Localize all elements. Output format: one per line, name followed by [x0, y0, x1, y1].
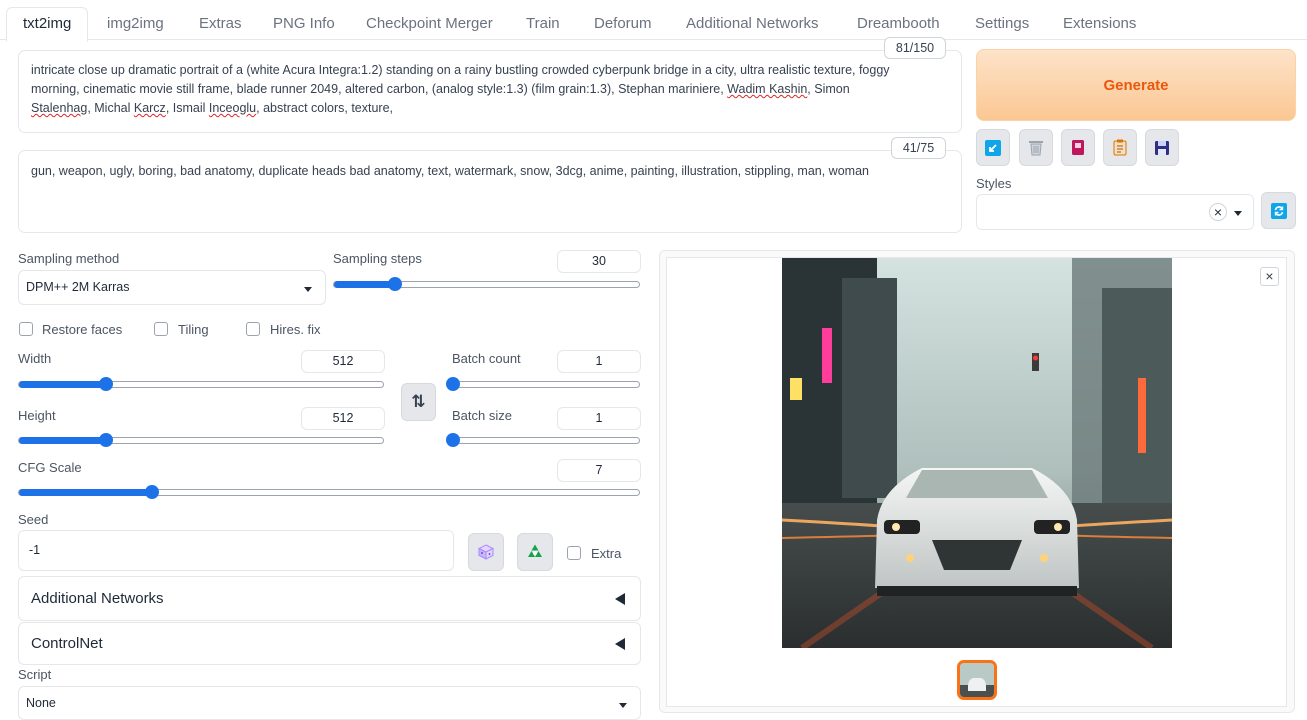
tab-train[interactable]: Train — [526, 8, 560, 39]
restore-faces-label: Restore faces — [42, 322, 123, 337]
seed-value: -1 — [29, 543, 41, 557]
trash-icon — [1029, 141, 1043, 156]
slider-thumb[interactable] — [145, 485, 160, 499]
restore-faces-checkbox[interactable] — [19, 322, 33, 336]
script-value: None — [26, 696, 56, 710]
prompt-line-2: morning, cinematic movie still frame, bl… — [31, 82, 850, 96]
swap-dimensions-button[interactable]: ⇅ — [401, 383, 436, 421]
batch-size-slider[interactable] — [446, 433, 640, 447]
styles-clear-icon[interactable]: × — [1209, 203, 1227, 221]
slider-thumb[interactable] — [446, 377, 460, 391]
width-slider[interactable] — [18, 377, 384, 391]
recycle-icon — [528, 544, 542, 557]
tab-extras[interactable]: Extras — [199, 8, 242, 39]
prompt-line-3: Stalenhag, Michal Karcz, Ismail Inceoglu… — [31, 101, 393, 115]
additional-networks-accordion[interactable]: Additional Networks — [18, 576, 641, 621]
tab-png-info[interactable]: PNG Info — [273, 8, 335, 39]
tiling-checkbox[interactable] — [154, 322, 168, 336]
save-style-button[interactable] — [1145, 129, 1179, 166]
chevron-down-icon — [304, 287, 312, 292]
additional-networks-title: Additional Networks — [31, 590, 164, 607]
extra-networks-button[interactable] — [1061, 129, 1095, 166]
seed-input[interactable]: -1 — [18, 530, 454, 571]
card-book-icon — [1072, 140, 1084, 155]
sampling-steps-slider[interactable] — [333, 277, 640, 291]
generate-button[interactable]: Generate — [976, 49, 1296, 121]
hires-fix-checkbox[interactable] — [246, 322, 260, 336]
tab-img2img[interactable]: img2img — [107, 8, 164, 39]
tab-deforum[interactable]: Deforum — [594, 8, 652, 39]
sampling-method-dropdown[interactable]: DPM++ 2M Karras — [18, 270, 326, 305]
collapse-triangle-icon — [615, 593, 625, 605]
controlnet-title: ControlNet — [31, 635, 103, 652]
seed-label: Seed — [18, 512, 49, 527]
chevron-down-icon — [1234, 211, 1242, 216]
negative-prompt-text: gun, weapon, ugly, boring, bad anatomy, … — [31, 164, 869, 178]
sampling-steps-label: Sampling steps — [333, 251, 422, 266]
batch-size-label: Batch size — [452, 408, 512, 423]
styles-label: Styles — [976, 176, 1012, 191]
script-label: Script — [18, 667, 52, 682]
slider-thumb[interactable] — [388, 277, 402, 291]
generated-image[interactable] — [782, 258, 1172, 648]
floppy-disk-icon — [1155, 140, 1169, 155]
thumbnail-image-icon — [960, 663, 994, 697]
clipboard-icon — [1113, 139, 1127, 156]
tab-extensions[interactable]: Extensions — [1063, 8, 1136, 39]
car-image-illustration — [782, 258, 1172, 648]
chevron-down-icon — [619, 703, 627, 708]
slider-thumb[interactable] — [99, 433, 114, 447]
slider-thumb[interactable] — [446, 433, 460, 447]
styles-dropdown[interactable]: × — [976, 194, 1254, 230]
reuse-seed-button[interactable] — [517, 533, 553, 571]
tab-txt2img[interactable]: txt2img — [6, 7, 89, 42]
tab-settings[interactable]: Settings — [975, 8, 1029, 39]
close-icon[interactable]: × — [1260, 267, 1279, 286]
tab-checkpoint-merger[interactable]: Checkpoint Merger — [366, 8, 493, 39]
height-label: Height — [18, 408, 56, 423]
refresh-icon — [1270, 202, 1287, 219]
controlnet-accordion[interactable]: ControlNet — [18, 622, 641, 665]
clear-prompt-button[interactable] — [1019, 129, 1053, 166]
hires-fix-label: Hires. fix — [270, 322, 321, 337]
tab-additional-networks[interactable]: Additional Networks — [686, 8, 819, 39]
tab-bar: txt2img img2img Extras PNG Info Checkpoi… — [0, 0, 1307, 42]
batch-count-input[interactable]: 1 — [557, 350, 641, 373]
slider-thumb[interactable] — [99, 377, 114, 391]
apply-style-button[interactable] — [1103, 129, 1137, 166]
width-input[interactable]: 512 — [301, 350, 385, 373]
sampling-steps-input[interactable]: 30 — [557, 250, 641, 273]
script-dropdown[interactable]: None — [18, 686, 641, 720]
tiling-label: Tiling — [178, 322, 209, 337]
batch-count-label: Batch count — [452, 351, 521, 366]
sampling-method-value: DPM++ 2M Karras — [26, 280, 130, 294]
cfg-scale-slider[interactable] — [18, 485, 640, 499]
gallery-thumbnail[interactable] — [957, 660, 997, 700]
batch-size-input[interactable]: 1 — [557, 407, 641, 430]
prompt-line-1: intricate close up dramatic portrait of … — [31, 63, 890, 77]
prompt-token-counter: 81/150 — [884, 37, 946, 59]
extra-seed-label: Extra — [591, 546, 622, 561]
height-input[interactable]: 512 — [301, 407, 385, 430]
extra-seed-checkbox[interactable] — [567, 546, 581, 560]
arrow-diagonal-icon — [985, 139, 1001, 156]
refresh-styles-button[interactable] — [1261, 192, 1296, 229]
cfg-scale-label: CFG Scale — [18, 460, 82, 475]
sampling-method-label: Sampling method — [18, 251, 120, 266]
batch-count-slider[interactable] — [446, 377, 640, 391]
negative-token-counter: 41/75 — [891, 137, 946, 159]
dice-icon — [478, 544, 494, 560]
swap-arrows-icon: ⇅ — [411, 392, 426, 411]
height-slider[interactable] — [18, 433, 384, 447]
read-params-button[interactable] — [976, 129, 1010, 166]
collapse-triangle-icon — [615, 638, 625, 650]
prompt-input[interactable]: intricate close up dramatic portrait of … — [18, 50, 962, 133]
width-label: Width — [18, 351, 52, 366]
random-seed-button[interactable] — [468, 533, 504, 571]
cfg-scale-input[interactable]: 7 — [557, 459, 641, 482]
tab-dreambooth[interactable]: Dreambooth — [857, 8, 940, 39]
negative-prompt-input[interactable]: gun, weapon, ugly, boring, bad anatomy, … — [18, 150, 962, 233]
